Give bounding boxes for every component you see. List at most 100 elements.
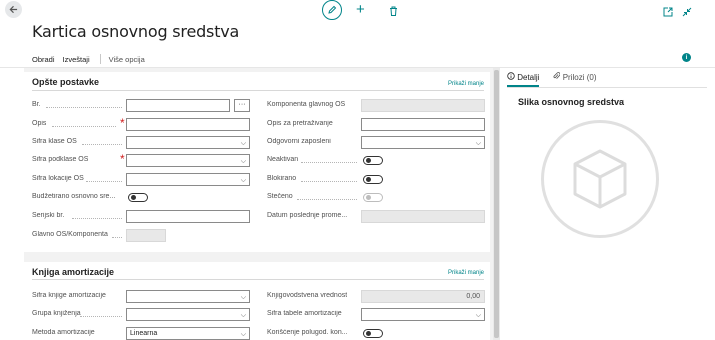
action-more-options[interactable]: Više opcija bbox=[109, 55, 145, 64]
no-input[interactable] bbox=[126, 99, 230, 112]
asset-picture-placeholder[interactable] bbox=[541, 120, 659, 238]
subclass-code-select[interactable]: ⌵ bbox=[126, 154, 250, 167]
chevron-down-icon: ⌵ bbox=[475, 140, 481, 147]
cube-icon bbox=[573, 149, 627, 209]
component-of-main-value bbox=[361, 99, 485, 112]
field-label: Glavno OS/Komponenta bbox=[32, 231, 108, 238]
arrow-left-icon bbox=[9, 5, 18, 14]
field-serial-no: Serijski br. bbox=[32, 210, 252, 224]
edit-button[interactable] bbox=[322, 0, 342, 20]
field-label: Opis za pretraživanje bbox=[267, 120, 333, 127]
half-year-convention-toggle[interactable] bbox=[363, 329, 383, 338]
scrollbar[interactable] bbox=[493, 68, 500, 340]
general-card: Opšte postavke Prikaži manje Br. ··· Opi… bbox=[24, 72, 490, 252]
book-value: 0,00 bbox=[361, 290, 485, 303]
plus-icon: + bbox=[356, 1, 365, 18]
collapse-icon bbox=[682, 7, 692, 17]
factbox-title[interactable]: Slika osnovnog sredstva bbox=[518, 97, 624, 107]
field-blocked: Blokirano bbox=[267, 173, 487, 187]
field-label: Šifra podklase OS bbox=[32, 156, 89, 163]
info-circle-icon bbox=[507, 72, 515, 80]
field-label: Odgovorni zaposleni bbox=[267, 138, 331, 145]
action-reports[interactable]: Izveštaji bbox=[63, 55, 90, 64]
factbox-tab-rule bbox=[507, 87, 707, 88]
field-depreciation-book: Šifra knjige amortizacije ⌵ bbox=[32, 290, 252, 304]
field-label: Opis bbox=[32, 120, 47, 127]
general-show-less[interactable]: Prikaži manje bbox=[448, 81, 484, 87]
depreciation-section-title[interactable]: Knjiga amortizacije bbox=[32, 267, 114, 277]
field-last-date-modified: Datum poslednje prome... bbox=[267, 210, 487, 224]
tab-details[interactable]: Detalji bbox=[507, 72, 540, 87]
new-button[interactable]: + bbox=[356, 2, 365, 17]
field-label: Šifra tabele amortizacije bbox=[267, 310, 342, 317]
inactive-toggle[interactable] bbox=[363, 156, 383, 165]
field-component-of-main: Komponenta glavnog OS bbox=[267, 99, 487, 113]
factbox-tabs: Detalji Prilozi (0) bbox=[507, 72, 596, 87]
general-section-rule bbox=[32, 90, 484, 91]
tab-attachments-label: Prilozi (0) bbox=[562, 73, 597, 82]
open-in-new-window-icon bbox=[663, 7, 673, 17]
field-half-year-convention: Korišćenje polugod. kon... bbox=[267, 327, 487, 340]
field-label: Komponenta glavnog OS bbox=[267, 101, 346, 108]
chevron-down-icon: ⌵ bbox=[240, 294, 246, 301]
field-search-description: Opis za pretraživanje bbox=[267, 118, 487, 132]
field-acquired: Stečeno bbox=[267, 191, 487, 205]
field-label: Knjigovodstvena vrednost bbox=[267, 292, 348, 299]
top-bar: + bbox=[0, 0, 715, 20]
class-code-select[interactable]: ⌵ bbox=[126, 136, 250, 149]
action-process[interactable]: Obradi bbox=[32, 55, 55, 64]
chevron-down-icon: ⌵ bbox=[240, 158, 246, 165]
field-no: Br. ··· bbox=[32, 99, 252, 113]
chevron-down-icon: ⌵ bbox=[240, 140, 246, 147]
open-new-window-button[interactable] bbox=[663, 4, 673, 22]
field-label: Stečeno bbox=[267, 193, 293, 200]
description-input[interactable] bbox=[126, 118, 250, 131]
field-label: Datum poslednje prome... bbox=[267, 212, 348, 219]
tab-attachments[interactable]: Prilozi (0) bbox=[553, 72, 596, 87]
depreciation-method-select[interactable]: Linearna ⌵ bbox=[126, 327, 250, 340]
posting-group-select[interactable]: ⌵ bbox=[126, 308, 250, 321]
no-assist-button[interactable]: ··· bbox=[234, 99, 250, 112]
chevron-down-icon: ⌵ bbox=[240, 331, 246, 338]
action-bar: Obradi Izveštaji Više opcija bbox=[32, 53, 145, 65]
serial-no-input[interactable] bbox=[126, 210, 250, 223]
depreciation-book-select[interactable]: ⌵ bbox=[126, 290, 250, 303]
field-location-code: Šifra lokacije OS ⌵ bbox=[32, 173, 252, 187]
field-label: Šifra klase OS bbox=[32, 138, 77, 145]
paperclip-icon bbox=[553, 72, 561, 79]
field-label: Grupa knjiženja bbox=[32, 310, 81, 317]
scroll-thumb[interactable] bbox=[494, 70, 499, 338]
field-label: Blokirano bbox=[267, 175, 297, 182]
delete-button[interactable] bbox=[389, 3, 398, 21]
field-posting-group: Grupa knjiženja ⌵ bbox=[32, 308, 252, 322]
chevron-down-icon: ⌵ bbox=[475, 312, 481, 319]
chevron-down-icon: ⌵ bbox=[240, 177, 246, 184]
field-depreciation-method: Metoda amortizacije Linearna ⌵ bbox=[32, 327, 252, 340]
field-label: Šifra knjige amortizacije bbox=[32, 292, 106, 299]
field-label: Metoda amortizacije bbox=[32, 329, 95, 336]
location-code-select[interactable]: ⌵ bbox=[126, 173, 250, 186]
search-description-input[interactable] bbox=[361, 118, 485, 131]
pencil-icon bbox=[328, 5, 337, 14]
required-indicator: * bbox=[120, 152, 125, 166]
depreciation-show-less[interactable]: Prikaži manje bbox=[448, 270, 484, 276]
budgeted-asset-toggle[interactable] bbox=[128, 193, 148, 202]
required-indicator: * bbox=[120, 116, 125, 130]
field-depreciation-table-code: Šifra tabele amortizacije ⌵ bbox=[267, 308, 487, 322]
depreciation-method-value: Linearna bbox=[130, 330, 158, 337]
field-budgeted-asset: Budžetirano osnovno sre... bbox=[32, 191, 252, 205]
blocked-toggle[interactable] bbox=[363, 175, 383, 184]
collapse-button[interactable] bbox=[682, 4, 692, 22]
back-button[interactable] bbox=[5, 1, 22, 18]
depreciation-table-code-select[interactable]: ⌵ bbox=[361, 308, 485, 321]
tab-details-label: Detalji bbox=[517, 73, 540, 82]
responsible-employee-select[interactable]: ⌵ bbox=[361, 136, 485, 149]
info-icon[interactable]: i bbox=[682, 53, 691, 62]
general-section-title[interactable]: Opšte postavke bbox=[32, 77, 99, 87]
field-description: Opis * bbox=[32, 116, 252, 132]
action-separator bbox=[99, 54, 101, 64]
field-label: Šifra lokacije OS bbox=[32, 175, 84, 182]
chevron-down-icon[interactable]: ⌵ bbox=[618, 96, 624, 106]
field-book-value: Knjigovodstvena vrednost 0,00 bbox=[267, 290, 487, 304]
field-label: Br. bbox=[32, 101, 41, 108]
